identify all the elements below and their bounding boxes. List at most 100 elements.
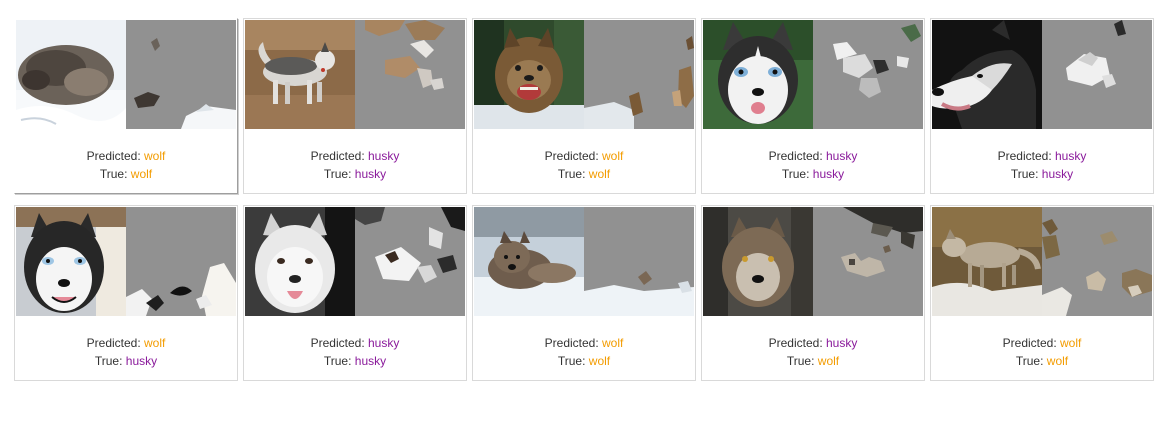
predicted-label: wolf bbox=[1060, 336, 1082, 350]
explanation-mask bbox=[126, 20, 236, 129]
prediction-caption: Predicted: husky True: husky bbox=[244, 147, 466, 183]
true-label: wolf bbox=[817, 354, 840, 368]
explanation-mask bbox=[126, 207, 236, 316]
husky-face-photo bbox=[16, 207, 126, 316]
image-pair bbox=[16, 20, 236, 129]
explanation-mask bbox=[584, 207, 694, 316]
wolf-standing-photo bbox=[932, 207, 1042, 316]
prediction-caption: Predicted: wolf True: wolf bbox=[473, 147, 695, 183]
predicted-prefix: Predicted: bbox=[86, 149, 141, 163]
true-prefix: True: bbox=[99, 167, 128, 181]
husky-profile-photo bbox=[932, 20, 1042, 129]
original-photo bbox=[16, 207, 126, 316]
true-prefix: True: bbox=[323, 354, 352, 368]
image-pair bbox=[703, 207, 923, 316]
predicted-line: Predicted: husky bbox=[244, 147, 466, 165]
true-label: wolf bbox=[588, 167, 611, 181]
result-card[interactable]: Predicted: husky True: husky bbox=[930, 18, 1154, 194]
result-card[interactable]: Predicted: husky True: husky bbox=[243, 18, 467, 194]
predicted-line: Predicted: wolf bbox=[15, 334, 237, 352]
predicted-line: Predicted: husky bbox=[702, 334, 924, 352]
predicted-line: Predicted: wolf bbox=[15, 147, 237, 165]
result-card[interactable]: Predicted: wolf True: wolf bbox=[472, 205, 696, 381]
original-photo bbox=[16, 20, 126, 129]
predicted-label: wolf bbox=[144, 336, 166, 350]
true-prefix: True: bbox=[781, 167, 810, 181]
result-card[interactable]: Predicted: husky True: wolf bbox=[701, 205, 925, 381]
image-pair bbox=[932, 207, 1152, 316]
true-line: True: wolf bbox=[931, 352, 1153, 370]
superpixel-mask bbox=[1042, 219, 1152, 316]
prediction-caption: Predicted: husky True: wolf bbox=[702, 334, 924, 370]
predicted-prefix: Predicted: bbox=[86, 336, 141, 350]
original-photo bbox=[474, 207, 584, 316]
explanation-mask bbox=[584, 20, 694, 129]
original-photo bbox=[932, 20, 1042, 129]
superpixel-mask bbox=[584, 36, 694, 129]
result-card[interactable]: Predicted: wolf True: husky bbox=[14, 205, 238, 381]
predicted-line: Predicted: wolf bbox=[473, 147, 695, 165]
image-pair bbox=[245, 20, 465, 129]
predicted-line: Predicted: wolf bbox=[473, 334, 695, 352]
result-card[interactable]: Predicted: wolf True: wolf bbox=[14, 18, 238, 194]
explanation-mask bbox=[813, 207, 923, 316]
image-pair bbox=[474, 20, 694, 129]
white-husky-photo bbox=[245, 207, 355, 316]
image-pair bbox=[932, 20, 1152, 129]
true-label: husky bbox=[354, 354, 387, 368]
wolf-portrait-photo bbox=[703, 207, 813, 316]
wolf-sleeping-photo bbox=[16, 20, 126, 129]
true-line: True: wolf bbox=[473, 352, 695, 370]
true-prefix: True: bbox=[1010, 167, 1039, 181]
predicted-label: husky bbox=[368, 149, 400, 163]
predicted-line: Predicted: husky bbox=[931, 147, 1153, 165]
predicted-prefix: Predicted: bbox=[997, 149, 1052, 163]
result-card[interactable]: Predicted: husky True: husky bbox=[701, 18, 925, 194]
prediction-caption: Predicted: husky True: husky bbox=[931, 147, 1153, 183]
predicted-label: wolf bbox=[144, 149, 166, 163]
prediction-caption: Predicted: wolf True: wolf bbox=[473, 334, 695, 370]
true-line: True: wolf bbox=[473, 165, 695, 183]
result-card[interactable]: Predicted: wolf True: wolf bbox=[472, 18, 696, 194]
prediction-caption: Predicted: wolf True: wolf bbox=[931, 334, 1153, 370]
true-prefix: True: bbox=[323, 167, 352, 181]
predicted-prefix: Predicted: bbox=[768, 149, 823, 163]
husky-walking-photo bbox=[245, 20, 355, 129]
true-line: True: husky bbox=[15, 352, 237, 370]
original-photo bbox=[932, 207, 1042, 316]
explanation-mask bbox=[813, 20, 923, 129]
image-pair bbox=[16, 207, 236, 316]
original-photo bbox=[245, 20, 355, 129]
true-label: wolf bbox=[130, 167, 153, 181]
results-grid: Predicted: wolf True: wolf Predicted: hu… bbox=[14, 18, 1156, 392]
true-label: husky bbox=[354, 167, 387, 181]
true-prefix: True: bbox=[557, 167, 586, 181]
original-photo bbox=[703, 207, 813, 316]
true-label: husky bbox=[1041, 167, 1074, 181]
superpixel-mask bbox=[841, 207, 923, 277]
explanation-mask bbox=[355, 20, 465, 129]
result-card[interactable]: Predicted: husky True: husky bbox=[243, 205, 467, 381]
predicted-label: husky bbox=[368, 336, 400, 350]
superpixel-mask bbox=[833, 24, 921, 98]
predicted-prefix: Predicted: bbox=[768, 336, 823, 350]
predicted-label: husky bbox=[826, 149, 858, 163]
superpixel-mask bbox=[134, 38, 236, 129]
image-pair bbox=[245, 207, 465, 316]
wolf-snarling-photo bbox=[474, 20, 584, 129]
true-label: wolf bbox=[588, 354, 611, 368]
superpixel-mask bbox=[365, 20, 445, 90]
predicted-prefix: Predicted: bbox=[1002, 336, 1057, 350]
prediction-caption: Predicted: husky True: husky bbox=[702, 147, 924, 183]
true-label: wolf bbox=[1046, 354, 1069, 368]
true-line: True: husky bbox=[244, 165, 466, 183]
predicted-prefix: Predicted: bbox=[310, 336, 365, 350]
superpixel-mask bbox=[126, 263, 236, 316]
superpixel-mask bbox=[355, 207, 465, 283]
predicted-label: wolf bbox=[602, 149, 624, 163]
image-pair bbox=[703, 20, 923, 129]
predicted-line: Predicted: husky bbox=[702, 147, 924, 165]
result-card[interactable]: Predicted: wolf True: wolf bbox=[930, 205, 1154, 381]
explanation-mask bbox=[355, 207, 465, 316]
true-label: husky bbox=[812, 167, 845, 181]
